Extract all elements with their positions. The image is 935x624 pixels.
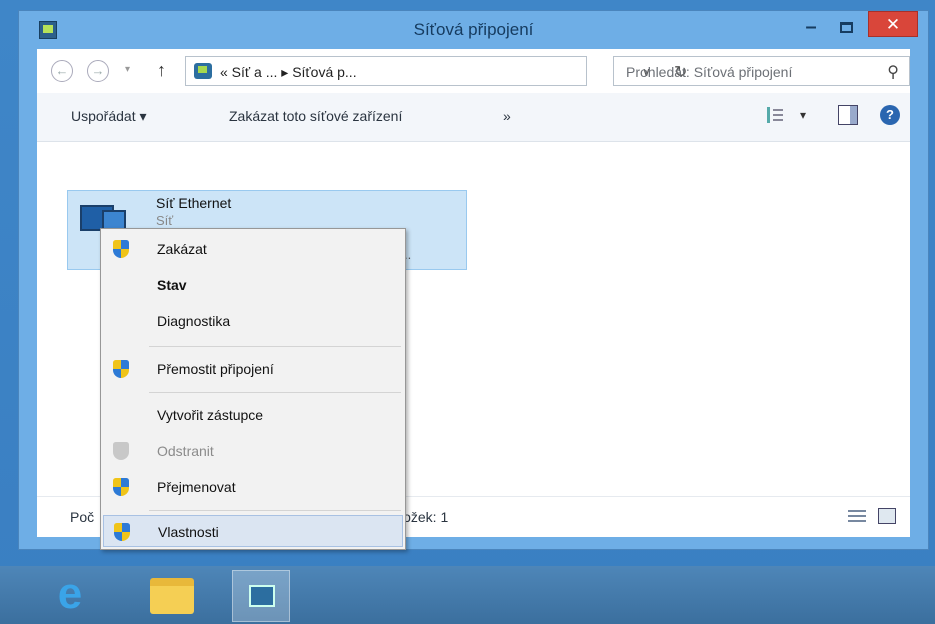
window-title: Síťová připojení	[413, 20, 534, 39]
search-input[interactable]: Prohledat: Síťová připojení ⚲	[613, 56, 910, 86]
forward-button[interactable]: →	[87, 60, 109, 82]
change-view-icon[interactable]	[767, 107, 788, 123]
view-dropdown-icon[interactable]: ▾	[800, 108, 806, 122]
recent-locations-button[interactable]: ▾	[125, 64, 130, 75]
address-bar[interactable]: « Síť a ... ▸ Síťová p... ∨ ↻	[185, 56, 687, 86]
help-icon[interactable]: ?	[880, 105, 900, 125]
uac-shield-icon	[113, 360, 129, 378]
network-item-name: Síť Ethernet	[156, 195, 232, 211]
menu-item-status[interactable]: Stav	[103, 269, 403, 301]
command-bar: Uspořádat ▾ Zakázat toto síťové zařízení…	[37, 93, 910, 142]
address-text[interactable]: « Síť a ... ▸ Síťová p...	[220, 64, 357, 81]
disable-device-button[interactable]: Zakázat toto síťové zařízení	[229, 108, 402, 124]
title-bar[interactable]: Síťová připojení – ✕	[19, 11, 928, 49]
menu-item-delete: Odstranit	[103, 435, 403, 467]
uac-shield-icon	[113, 240, 129, 258]
status-items-count: ložek: 1	[400, 509, 449, 525]
minimize-button[interactable]: –	[794, 17, 828, 41]
context-menu: Zakázat Stav Diagnostika Přemostit připo…	[100, 228, 406, 550]
search-placeholder: Prohledat: Síťová připojení	[626, 64, 793, 80]
menu-item-create-shortcut[interactable]: Vytvořit zástupce	[103, 399, 403, 431]
file-explorer-icon[interactable]	[150, 578, 194, 614]
menu-item-diagnose[interactable]: Diagnostika	[103, 305, 403, 337]
maximize-button[interactable]	[830, 17, 864, 41]
menu-item-properties[interactable]: Vlastnosti	[103, 515, 403, 547]
uac-shield-icon	[113, 478, 129, 496]
network-connections-taskbar-icon[interactable]	[232, 570, 290, 622]
details-view-icon[interactable]	[848, 508, 866, 524]
menu-separator	[149, 392, 401, 393]
network-connections-icon	[194, 63, 212, 79]
menu-item-bridge[interactable]: Přemostit připojení	[103, 353, 403, 385]
search-icon[interactable]: ⚲	[887, 62, 899, 82]
menu-separator	[149, 346, 401, 347]
taskbar: e	[0, 566, 935, 624]
menu-item-disable[interactable]: Zakázat	[103, 233, 403, 265]
organize-button[interactable]: Uspořádat ▾	[71, 108, 147, 125]
internet-explorer-icon[interactable]: e	[48, 572, 92, 618]
menu-item-rename[interactable]: Přejmenovat	[103, 471, 403, 503]
menu-separator	[149, 510, 401, 511]
more-commands-button[interactable]: »	[503, 108, 511, 124]
close-button[interactable]: ✕	[868, 11, 918, 37]
uac-shield-icon	[114, 523, 130, 541]
navigation-bar: ← → ▾ ↑ « Síť a ... ▸ Síťová p... ∨ ↻ Pr…	[37, 49, 910, 93]
large-icons-view-icon[interactable]	[878, 508, 896, 524]
up-button[interactable]: ↑	[157, 60, 166, 81]
uac-shield-icon	[113, 442, 129, 460]
preview-pane-icon[interactable]	[838, 105, 858, 125]
network-item-status: Síť	[156, 213, 174, 228]
status-count-label: Poč	[70, 509, 95, 525]
back-button[interactable]: ←	[51, 60, 73, 82]
